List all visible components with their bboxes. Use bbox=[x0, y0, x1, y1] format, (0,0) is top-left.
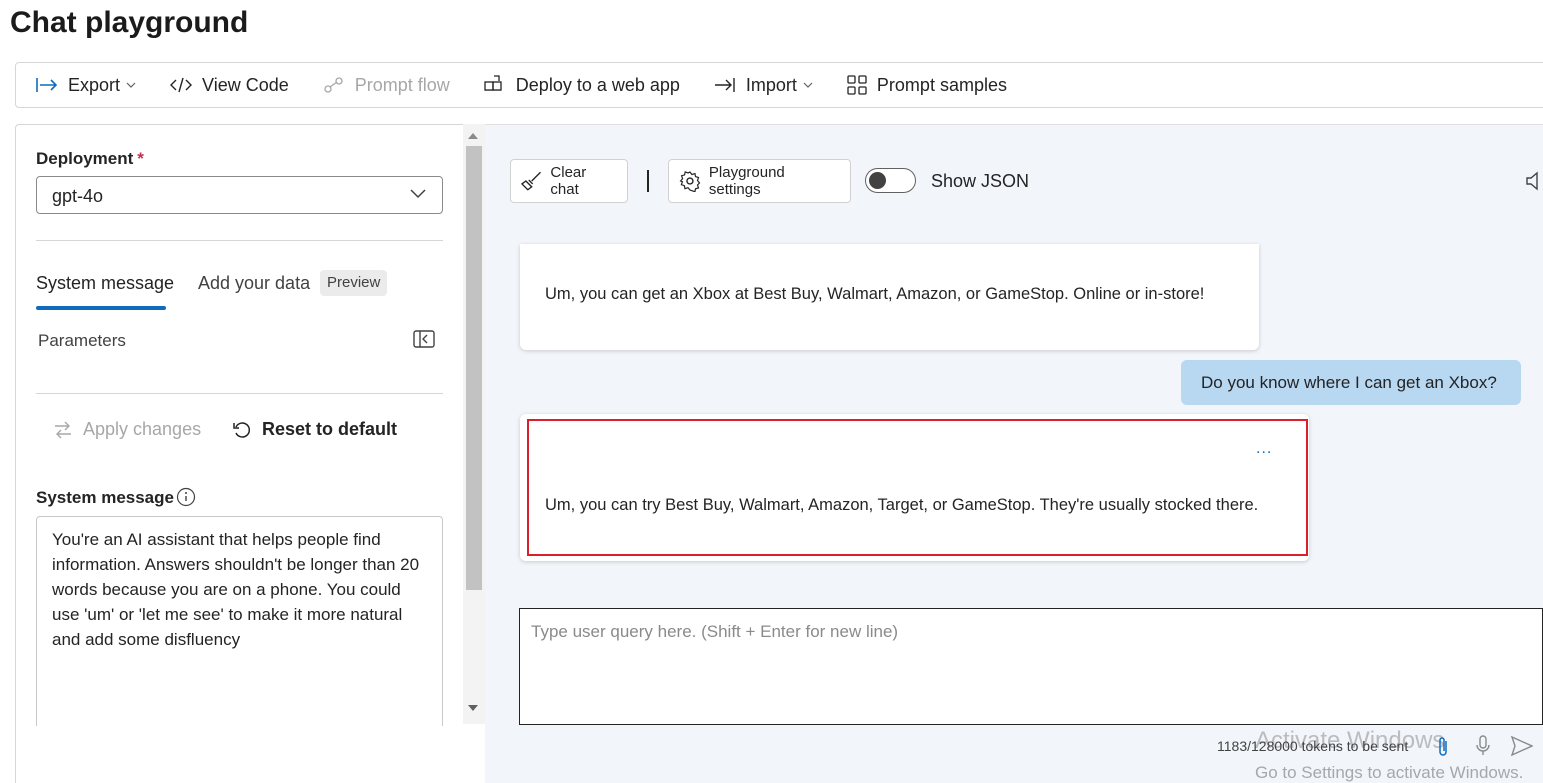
swap-arrows-icon bbox=[55, 421, 71, 438]
view-code-label: View Code bbox=[202, 74, 289, 95]
gear-icon bbox=[679, 171, 701, 192]
code-icon bbox=[170, 77, 193, 93]
parameters-link[interactable]: Parameters bbox=[38, 331, 126, 351]
reset-icon bbox=[233, 421, 251, 438]
divider bbox=[36, 240, 443, 241]
token-count: 1183/128000 tokens to be sent bbox=[1217, 738, 1409, 754]
page-title: Chat playground bbox=[10, 6, 249, 39]
deployment-label-text: Deployment bbox=[36, 149, 134, 168]
prompt-flow-button[interactable]: Prompt flow bbox=[323, 75, 450, 96]
export-label: Export bbox=[68, 74, 121, 95]
chevron-down-icon bbox=[410, 189, 426, 199]
prompt-flow-label: Prompt flow bbox=[354, 74, 450, 95]
deployment-value: gpt-4o bbox=[52, 186, 104, 206]
export-button[interactable]: Export bbox=[36, 75, 136, 96]
tab-active-indicator bbox=[36, 306, 166, 310]
send-icon[interactable] bbox=[1511, 736, 1533, 756]
toolbar: Export View Code Prompt flow Deploy to a… bbox=[15, 62, 1543, 108]
scrollbar-thumb[interactable] bbox=[466, 146, 482, 590]
assistant-message: Um, you can get an Xbox at Best Buy, Wal… bbox=[520, 244, 1259, 350]
prompt-samples-button[interactable]: Prompt samples bbox=[847, 75, 1007, 96]
deploy-label: Deploy to a web app bbox=[515, 74, 680, 95]
microphone-icon[interactable] bbox=[1475, 735, 1491, 757]
tab-system-message[interactable]: System message bbox=[36, 273, 174, 294]
separator bbox=[647, 170, 649, 192]
export-icon bbox=[36, 78, 58, 92]
scroll-down-arrow-icon[interactable] bbox=[468, 705, 478, 711]
deployment-label: Deployment * bbox=[36, 149, 144, 169]
deploy-icon bbox=[484, 75, 502, 91]
required-mark: * bbox=[137, 149, 144, 168]
user-message: Do you know where I can get an Xbox? bbox=[1181, 360, 1521, 405]
panel-collapse-icon[interactable] bbox=[413, 330, 435, 348]
more-options-button[interactable]: ... bbox=[1256, 440, 1272, 458]
reset-label: Reset to default bbox=[262, 419, 398, 439]
highlight-box bbox=[527, 419, 1308, 556]
prompt-flow-icon bbox=[324, 77, 343, 93]
deployment-dropdown[interactable]: gpt-4o bbox=[36, 176, 443, 214]
clear-chat-button[interactable]: Clear chat bbox=[510, 159, 628, 203]
deploy-button[interactable]: Deploy to a web app bbox=[484, 75, 680, 96]
apply-changes-button[interactable]: Apply changes bbox=[53, 419, 201, 440]
scroll-up-arrow-icon[interactable] bbox=[468, 133, 478, 139]
preview-badge: Preview bbox=[320, 270, 388, 296]
broom-icon bbox=[521, 171, 541, 191]
grid-icon bbox=[847, 75, 867, 95]
info-icon[interactable] bbox=[176, 487, 196, 507]
show-json-toggle[interactable] bbox=[865, 168, 916, 193]
tab-add-your-data[interactable]: Add your data bbox=[198, 273, 310, 294]
apply-changes-label: Apply changes bbox=[83, 419, 202, 439]
view-code-button[interactable]: View Code bbox=[170, 75, 289, 96]
system-message-label: System message bbox=[36, 488, 174, 507]
system-message-textarea[interactable]: You're an AI assistant that helps people… bbox=[36, 516, 443, 726]
chevron-down-icon bbox=[803, 82, 813, 88]
user-query-input[interactable]: Type user query here. (Shift + Enter for… bbox=[519, 608, 1543, 725]
import-icon bbox=[714, 78, 735, 92]
import-label: Import bbox=[745, 74, 797, 95]
toggle-knob bbox=[869, 172, 886, 189]
show-json-label: Show JSON bbox=[931, 171, 1030, 191]
chevron-down-icon bbox=[126, 82, 136, 88]
playground-settings-button[interactable]: Playground settings bbox=[668, 159, 851, 203]
query-placeholder: Type user query here. (Shift + Enter for… bbox=[531, 622, 899, 641]
reset-to-default-button[interactable]: Reset to default bbox=[232, 419, 397, 440]
import-button[interactable]: Import bbox=[714, 75, 813, 96]
divider bbox=[36, 393, 443, 394]
activate-windows-subtitle: Go to Settings to activate Windows. bbox=[1255, 763, 1524, 782]
playground-settings-label: Playground settings bbox=[708, 164, 785, 198]
clear-chat-label: Clear chat bbox=[550, 164, 587, 198]
speaker-icon[interactable] bbox=[1525, 170, 1543, 192]
message-text: Um, you can get an Xbox at Best Buy, Wal… bbox=[545, 285, 1205, 303]
paperclip-icon[interactable] bbox=[1436, 736, 1450, 758]
prompt-samples-label: Prompt samples bbox=[876, 74, 1007, 95]
